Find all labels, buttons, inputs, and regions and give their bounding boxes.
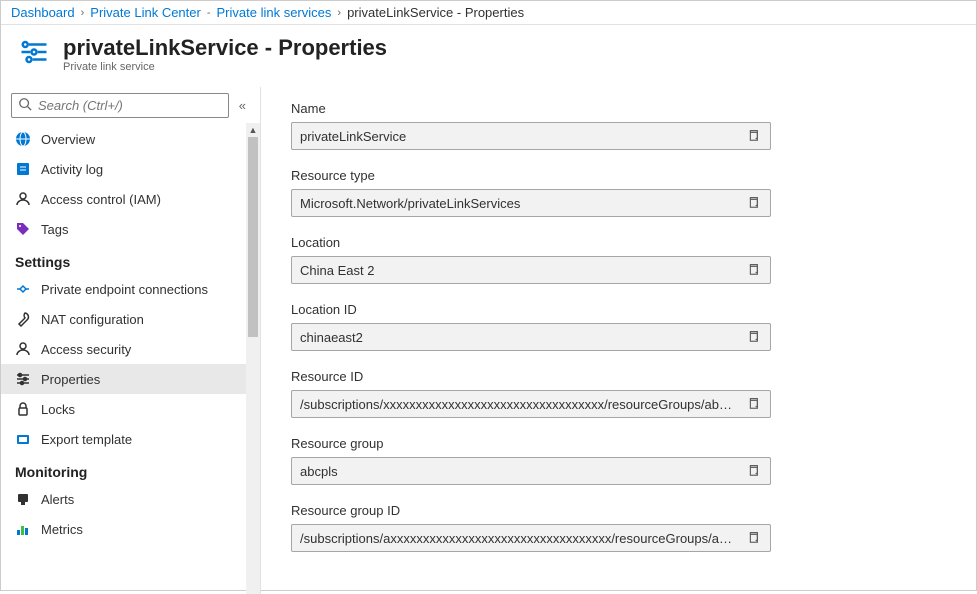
copy-icon[interactable] [746, 128, 762, 144]
search-icon [18, 97, 32, 114]
copy-icon[interactable] [746, 195, 762, 211]
field-resource-group-id: Resource group ID /subscriptions/axxxxxx… [291, 503, 771, 552]
main-content: Name privateLinkService Resource type Mi… [261, 87, 976, 594]
sidebar-item-label: NAT configuration [41, 312, 144, 327]
breadcrumb-private-link-center[interactable]: Private Link Center [90, 5, 201, 20]
field-value-box: /subscriptions/axxxxxxxxxxxxxxxxxxxxxxxx… [291, 524, 771, 552]
sidebar-item-private-endpoint-connections[interactable]: Private endpoint connections [1, 274, 260, 304]
lock-icon [15, 401, 31, 417]
sidebar-item-access-security[interactable]: Access security [1, 334, 260, 364]
sidebar-item-label: Metrics [41, 522, 83, 537]
sidebar-item-nat-configuration[interactable]: NAT configuration [1, 304, 260, 334]
chevron-right-icon: › [337, 7, 341, 19]
copy-icon[interactable] [746, 262, 762, 278]
field-label: Location ID [291, 302, 771, 317]
field-value-text: Microsoft.Network/privateLinkServices [300, 196, 738, 211]
tag-icon [15, 221, 31, 237]
sidebar-section-monitoring: Monitoring [1, 454, 260, 484]
search-input-container[interactable] [11, 93, 229, 118]
wrench-icon [15, 311, 31, 327]
chart-icon [15, 521, 31, 537]
field-value-box: abcpls [291, 457, 771, 485]
sidebar: « Overview Activity log Access control (… [1, 87, 261, 594]
field-value-box: /subscriptions/xxxxxxxxxxxxxxxxxxxxxxxxx… [291, 390, 771, 418]
field-resource-group: Resource group abcpls [291, 436, 771, 485]
sidebar-item-locks[interactable]: Locks [1, 394, 260, 424]
sidebar-section-settings: Settings [1, 244, 260, 274]
sidebar-item-activity-log[interactable]: Activity log [1, 154, 260, 184]
sidebar-item-access-control[interactable]: Access control (IAM) [1, 184, 260, 214]
sidebar-item-metrics[interactable]: Metrics [1, 514, 260, 544]
person-icon [15, 341, 31, 357]
export-icon [15, 431, 31, 447]
sidebar-item-label: Tags [41, 222, 68, 237]
person-icon [15, 191, 31, 207]
sidebar-item-label: Export template [41, 432, 132, 447]
breadcrumb-current: privateLinkService - Properties [347, 5, 524, 20]
field-value-text: privateLinkService [300, 129, 738, 144]
field-label: Location [291, 235, 771, 250]
copy-icon[interactable] [746, 329, 762, 345]
field-value-text: /subscriptions/axxxxxxxxxxxxxxxxxxxxxxxx… [300, 531, 738, 546]
sidebar-item-label: Access security [41, 342, 131, 357]
field-label: Resource type [291, 168, 771, 183]
bell-icon [15, 491, 31, 507]
field-label: Resource group [291, 436, 771, 451]
field-location-id: Location ID chinaeast2 [291, 302, 771, 351]
sidebar-item-label: Overview [41, 132, 95, 147]
copy-icon[interactable] [746, 463, 762, 479]
scrollbar-thumb[interactable] [248, 137, 258, 337]
field-value-text: China East 2 [300, 263, 738, 278]
field-label: Resource ID [291, 369, 771, 384]
field-value-text: chinaeast2 [300, 330, 738, 345]
field-label: Resource group ID [291, 503, 771, 518]
sidebar-item-label: Properties [41, 372, 100, 387]
breadcrumb-private-link-services[interactable]: Private link services [217, 5, 332, 20]
sidebar-item-label: Private endpoint connections [41, 282, 208, 297]
sidebar-item-properties[interactable]: Properties [1, 364, 260, 394]
globe-icon [15, 131, 31, 147]
sidebar-item-export-template[interactable]: Export template [1, 424, 260, 454]
page-title: privateLinkService - Properties [63, 35, 387, 61]
sidebar-item-overview[interactable]: Overview [1, 124, 260, 154]
scrollbar-up-arrow-icon[interactable]: ▲ [246, 123, 260, 137]
field-value-text: /subscriptions/xxxxxxxxxxxxxxxxxxxxxxxxx… [300, 397, 738, 412]
chevron-right-icon: › [81, 7, 85, 19]
sidebar-item-label: Alerts [41, 492, 74, 507]
sidebar-nav: Overview Activity log Access control (IA… [1, 124, 260, 594]
field-label: Name [291, 101, 771, 116]
breadcrumb-dashboard[interactable]: Dashboard [11, 5, 75, 20]
field-value-box: China East 2 [291, 256, 771, 284]
copy-icon[interactable] [746, 396, 762, 412]
field-name: Name privateLinkService [291, 101, 771, 150]
log-icon [15, 161, 31, 177]
search-input[interactable] [38, 98, 222, 113]
sidebar-item-alerts[interactable]: Alerts [1, 484, 260, 514]
sidebar-scrollbar[interactable]: ▲ [246, 123, 260, 594]
sliders-icon [15, 371, 31, 387]
dash-separator: - [207, 7, 211, 19]
field-value-text: abcpls [300, 464, 738, 479]
sidebar-item-label: Access control (IAM) [41, 192, 161, 207]
sidebar-item-label: Locks [41, 402, 75, 417]
collapse-sidebar-button[interactable]: « [235, 98, 250, 113]
sidebar-item-tags[interactable]: Tags [1, 214, 260, 244]
copy-icon[interactable] [746, 530, 762, 546]
breadcrumb: Dashboard › Private Link Center - Privat… [1, 1, 976, 25]
field-resource-id: Resource ID /subscriptions/xxxxxxxxxxxxx… [291, 369, 771, 418]
field-value-box: Microsoft.Network/privateLinkServices [291, 189, 771, 217]
field-value-box: privateLinkService [291, 122, 771, 150]
page-header: privateLinkService - Properties Private … [1, 25, 976, 87]
private-link-service-icon [19, 37, 49, 67]
field-resource-type: Resource type Microsoft.Network/privateL… [291, 168, 771, 217]
page-subtitle: Private link service [63, 61, 387, 73]
plug-icon [15, 281, 31, 297]
sidebar-item-label: Activity log [41, 162, 103, 177]
field-location: Location China East 2 [291, 235, 771, 284]
field-value-box: chinaeast2 [291, 323, 771, 351]
